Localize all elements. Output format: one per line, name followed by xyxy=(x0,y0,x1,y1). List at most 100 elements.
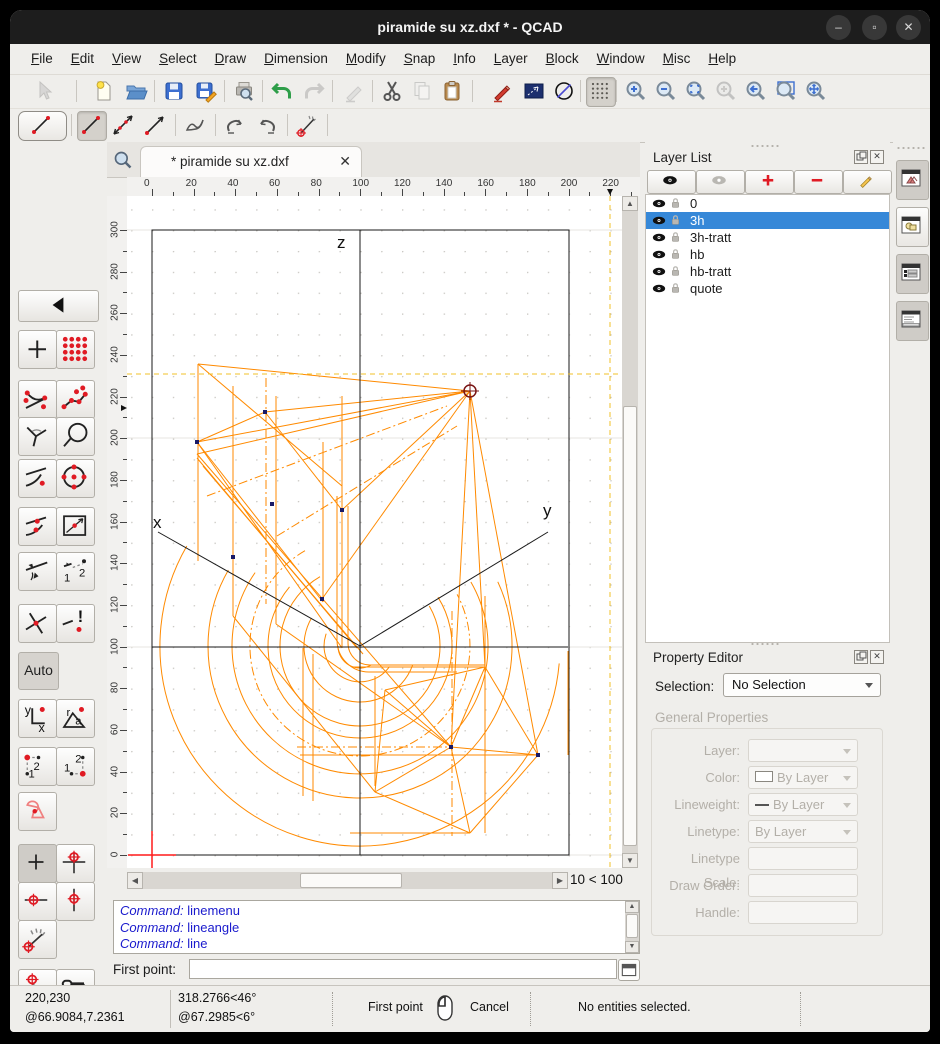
layer-row-hb[interactable]: hb xyxy=(646,246,889,263)
eye-icon[interactable] xyxy=(650,195,668,212)
vertical-scrollbar[interactable]: ▲ ▼ xyxy=(622,196,638,868)
copy-button[interactable] xyxy=(408,77,436,105)
snap-vertical-button[interactable] xyxy=(56,882,95,921)
eye-icon[interactable] xyxy=(650,229,668,246)
zoom-tab-icon[interactable] xyxy=(113,150,133,170)
zoom-pan-button[interactable] xyxy=(802,77,830,105)
dock-command-toggle-button[interactable] xyxy=(896,301,929,341)
line-angle-button[interactable] xyxy=(293,111,321,139)
toggle-command-panel-button[interactable] xyxy=(618,959,640,981)
scroll-right-arrow[interactable]: ▶ xyxy=(552,872,568,889)
selection-dropdown[interactable]: No Selection xyxy=(723,673,881,697)
line-freehand-button[interactable] xyxy=(181,111,209,139)
layer-row-0[interactable]: 0 xyxy=(646,195,889,212)
palette-back-button[interactable] xyxy=(18,290,99,322)
restrict-shape-button[interactable] xyxy=(18,792,57,831)
grid-toggle-button[interactable] xyxy=(586,77,616,107)
menu-layer[interactable]: Layer xyxy=(485,44,537,73)
float-panel-icon[interactable] xyxy=(854,650,868,664)
save-as-button[interactable] xyxy=(192,77,220,105)
menu-dimension[interactable]: Dimension xyxy=(255,44,337,73)
close-panel-icon[interactable]: ✕ xyxy=(870,650,884,664)
draw-pen-button[interactable] xyxy=(488,77,516,105)
command-input[interactable] xyxy=(189,959,617,979)
lock-icon[interactable] xyxy=(668,195,684,212)
panel-drag-handle[interactable] xyxy=(750,642,780,646)
scroll-up-arrow[interactable]: ▲ xyxy=(622,196,638,211)
dist-12-button[interactable]: 21 xyxy=(18,747,57,786)
menu-block[interactable]: Block xyxy=(537,44,588,73)
snap-free-button[interactable] xyxy=(18,844,57,883)
zoom-back-button[interactable] xyxy=(742,77,770,105)
line-ray-button[interactable] xyxy=(141,111,169,139)
menu-draw[interactable]: Draw xyxy=(206,44,256,73)
eye-black-button[interactable] xyxy=(647,170,696,194)
draw-eraser-button[interactable] xyxy=(340,77,368,105)
line-2p-button[interactable] xyxy=(18,111,67,141)
property-dropdown[interactable] xyxy=(748,739,858,762)
layer-row-quote[interactable]: quote xyxy=(646,280,889,297)
polyline-spline-button[interactable] xyxy=(221,111,249,139)
circle-none-button[interactable] xyxy=(550,77,578,105)
vertical-scroll-thumb[interactable] xyxy=(623,406,637,846)
zoom-window-button[interactable] xyxy=(772,77,800,105)
minus-red-button[interactable] xyxy=(794,170,843,194)
property-input[interactable] xyxy=(748,874,858,897)
document-tab[interactable]: * piramide su xz.dxf ✕ xyxy=(140,146,362,178)
coord-ra-button[interactable]: ra xyxy=(56,699,95,738)
scroll-left-arrow[interactable]: ◀ xyxy=(127,872,143,889)
circle-center-points-button[interactable] xyxy=(56,459,95,498)
dock-blocks-toggle-button[interactable] xyxy=(896,207,929,247)
command-scroll-down[interactable]: ▼ xyxy=(625,941,639,953)
tangent-two-button[interactable] xyxy=(18,507,57,546)
snap-auto-button[interactable]: Auto xyxy=(18,652,59,690)
minimize-button[interactable]: – xyxy=(826,15,851,40)
snap-angle-button[interactable] xyxy=(18,920,57,959)
menu-info[interactable]: Info xyxy=(444,44,485,73)
menu-window[interactable]: Window xyxy=(588,44,654,73)
lock-icon[interactable] xyxy=(668,212,684,229)
pencil-edit-button[interactable] xyxy=(843,170,892,194)
layer-row-3h[interactable]: 3h xyxy=(646,212,889,229)
ortho-arrows-button[interactable] xyxy=(18,552,57,591)
circle-point-button[interactable] xyxy=(56,417,95,456)
property-dropdown[interactable]: By Layer xyxy=(748,820,858,843)
menu-edit[interactable]: Edit xyxy=(62,44,103,73)
polyline-points-button[interactable] xyxy=(56,380,95,419)
layer-row-hb-tratt[interactable]: hb-tratt xyxy=(646,263,889,280)
menu-file[interactable]: File xyxy=(22,44,62,73)
new-file-button[interactable] xyxy=(90,77,118,105)
property-input[interactable] xyxy=(748,847,858,870)
snap-horizontal-button[interactable] xyxy=(18,882,57,921)
horizontal-scrollbar[interactable]: ◀ ▶ xyxy=(127,872,568,889)
layer-row-3h-tratt[interactable]: 3h-tratt xyxy=(646,229,889,246)
cad-canvas[interactable]: zxy xyxy=(127,196,622,868)
zoom-out-button[interactable] xyxy=(652,77,680,105)
close-panel-icon[interactable]: ✕ xyxy=(870,150,884,164)
zoom-auto-button[interactable] xyxy=(682,77,710,105)
point-grid-button[interactable] xyxy=(56,330,95,369)
dock-list-toggle-button[interactable] xyxy=(896,254,929,294)
angle-vertex-button[interactable] xyxy=(18,417,57,456)
coord-xy-button[interactable]: yx xyxy=(18,699,57,738)
property-dropdown[interactable]: By Layer xyxy=(748,793,858,816)
eye-icon[interactable] xyxy=(650,212,668,229)
maximize-button[interactable]: ▫ xyxy=(862,15,887,40)
command-scroll-up[interactable]: ▲ xyxy=(625,901,639,913)
print-preview-button[interactable] xyxy=(230,77,258,105)
select-arrow-button[interactable] xyxy=(30,77,58,105)
eye-gray-button[interactable] xyxy=(696,170,745,194)
plus-red-button[interactable] xyxy=(745,170,794,194)
point-exclaim-button[interactable]: ! xyxy=(56,604,95,643)
rect-diagonal-button[interactable] xyxy=(56,507,95,546)
tangent-arc-button[interactable] xyxy=(18,459,57,498)
property-input[interactable] xyxy=(748,901,858,924)
menu-modify[interactable]: Modify xyxy=(337,44,395,73)
snap-grid-cross-button[interactable] xyxy=(56,844,95,883)
cut-button[interactable] xyxy=(378,77,406,105)
zoom-in-button[interactable] xyxy=(622,77,650,105)
float-panel-icon[interactable] xyxy=(854,150,868,164)
command-scroll-thumb[interactable] xyxy=(626,914,638,938)
selection-box-button[interactable] xyxy=(520,77,548,105)
scroll-down-arrow[interactable]: ▼ xyxy=(622,853,638,868)
